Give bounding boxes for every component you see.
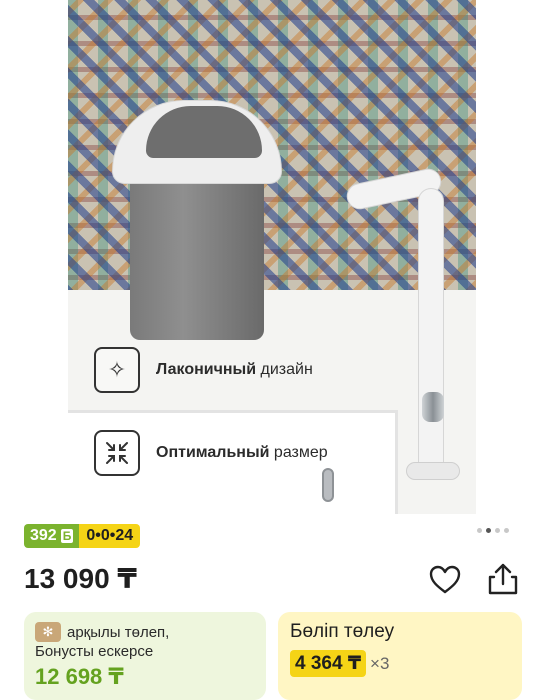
bonus-card[interactable]: ✻ арқылы төлеп, Бонусты ескерсе 12 698 ₸ — [24, 612, 266, 700]
heart-icon — [429, 565, 461, 594]
feature-size-label: Оптимальный размер — [156, 444, 328, 461]
faucet-body — [418, 188, 444, 478]
share-icon — [488, 563, 518, 595]
feature-design: ✧ Лаконичный дизайн — [94, 347, 313, 393]
compress-arrows-icon — [94, 430, 140, 476]
installment-badge: 0•0•24 — [79, 524, 141, 548]
product-image-gallery[interactable]: ✧ Лаконичный дизайн Оптимальный размер — [0, 0, 544, 514]
product-photo[interactable]: ✧ Лаконичный дизайн Оптимальный размер — [68, 0, 476, 514]
share-button[interactable] — [486, 561, 520, 597]
bonus-score-unit: Б — [60, 529, 74, 543]
installment-amount: 4 364 ₸ — [290, 650, 367, 677]
bonus-card-header: ✻ арқылы төлеп, — [35, 622, 169, 642]
bonus-card-line2: Бонусты ескерсе — [35, 643, 154, 660]
trash-bin-image — [112, 100, 282, 340]
pager-dot[interactable] — [495, 528, 500, 533]
gallery-pager[interactable] — [477, 528, 513, 533]
pager-dot-active[interactable] — [486, 528, 491, 533]
pager-dot[interactable] — [477, 528, 482, 533]
bonus-score-badge: 392 Б — [24, 524, 80, 548]
favorite-button[interactable] — [428, 563, 462, 597]
faucet-ring — [422, 392, 444, 422]
feature-size: Оптимальный размер — [94, 430, 328, 476]
bonus-card-line1: арқылы төлеп, — [67, 623, 170, 641]
product-price: 13 090 ₸ — [24, 563, 137, 594]
pager-dot[interactable] — [504, 528, 509, 533]
bonus-logo-icon: ✻ — [35, 622, 61, 642]
product-badges: 392 Б 0•0•24 — [24, 524, 141, 548]
installment-card-title: Бөліп төлеу — [290, 621, 395, 642]
sparkle-icon: ✧ — [94, 347, 140, 393]
faucet-base — [406, 462, 460, 480]
installment-card-row: 4 364 ₸ ×3 — [290, 650, 389, 677]
trash-bin-body — [130, 180, 264, 340]
feature-design-label: Лаконичный дизайн — [156, 361, 313, 378]
installment-card[interactable]: Бөліп төлеу 4 364 ₸ ×3 — [278, 612, 522, 700]
installment-count: ×3 — [370, 653, 390, 673]
bonus-card-price: 12 698 ₸ — [35, 664, 124, 689]
bonus-score-value: 392 — [30, 527, 57, 544]
